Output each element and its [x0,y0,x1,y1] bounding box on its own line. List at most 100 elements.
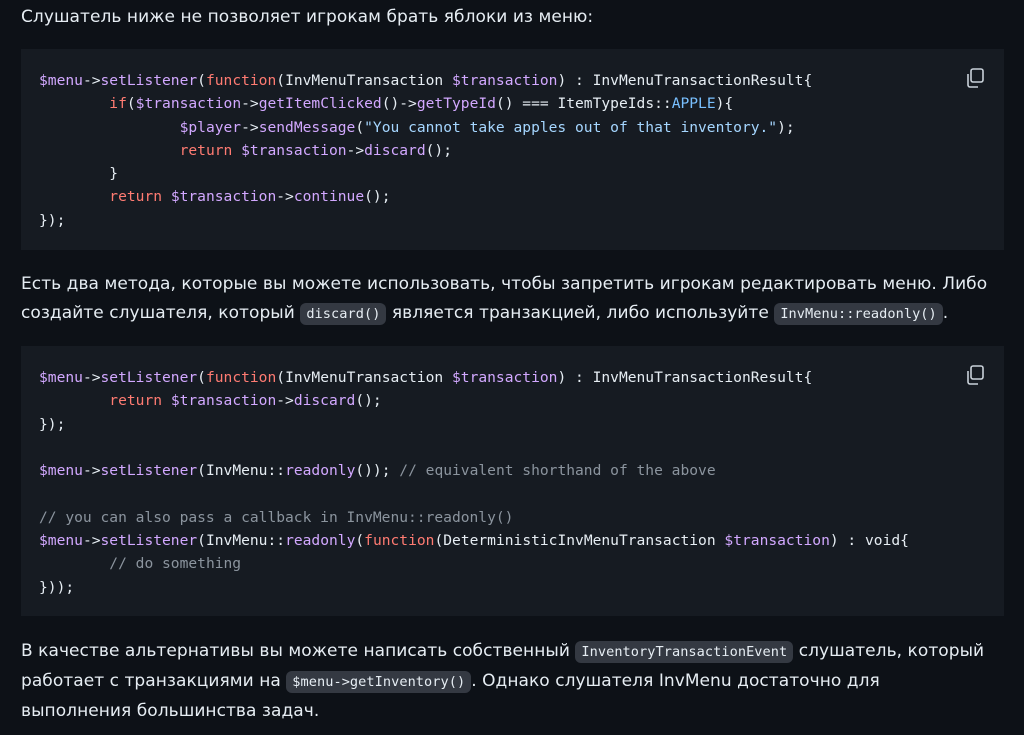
code-token: { [803,72,813,89]
code-token: InvMenuTransactionResult [592,369,804,386]
code-token: // do something [109,555,242,573]
code-token: ){ [715,95,734,113]
code-token: return [109,392,171,410]
code-token: ( [197,369,206,386]
code-token: setListener [100,462,198,480]
code-text: $menu->setListener(function(InvMenuTrans… [39,69,812,232]
paragraph-text: . [942,303,949,323]
code-token: $transaction [170,188,277,206]
code-token: -> [82,72,101,89]
code-token: return [179,141,242,159]
code-token: $player [179,118,242,136]
code-token: $transaction [170,392,277,410]
code-line: // you can also pass a callback in InvMe… [39,506,909,529]
code-token: ( [434,532,444,550]
code-line: }); [39,413,909,436]
code-token: APPLE [671,95,716,113]
code-token: setListener [100,532,198,550]
code-line: return $transaction->discard(); [39,389,909,412]
code-token: }); [39,415,66,433]
code-token: setListener [100,369,198,386]
code-token: -> [82,532,101,550]
code-token: (); [355,392,382,410]
code-token: ( [355,118,365,136]
code-token: :: [267,462,286,480]
code-token: $transaction [241,141,347,159]
code-line: $menu->setListener(InvMenu::readonly());… [39,459,909,482]
code-token: ( [126,95,136,113]
code-token: discard [364,141,426,159]
code-text: $menu->setListener(function(InvMenuTrans… [39,366,909,599]
paragraph-methods: Есть два метода, которые вы можете испол… [21,270,994,329]
code-token: $menu [39,532,83,550]
code-line: if($transaction->getItemClicked()->getTy… [39,92,812,115]
code-line: return $transaction->continue(); [39,185,812,208]
code-token: function [205,72,277,89]
inline-code: discard() [300,303,387,325]
code-line: return $transaction->discard(); [39,139,812,162]
code-token: // you can also pass a callback in InvMe… [39,508,514,526]
code-token: } [39,165,119,183]
code-token: ( [197,72,206,89]
code-line [39,482,909,505]
paragraph-text: является транзакцией, либо используйте [386,303,775,323]
code-token: readonly [285,462,356,480]
code-token: DeterministicInvMenuTransaction [443,532,725,550]
code-line [39,436,909,459]
copy-icon [967,68,984,88]
intro-paragraph: Слушатель ниже не позволяет игрокам брат… [21,7,594,27]
code-token: (); [425,141,452,159]
code-token: function [205,369,277,386]
code-token: -> [276,188,294,206]
code-token: function [364,532,435,550]
code-token: $transaction [724,532,830,550]
code-token: -> [276,392,294,410]
code-line: $player->sendMessage("You cannot take ap… [39,116,812,139]
code-token: if [109,95,127,113]
code-token: -> [241,118,259,136]
code-token: InvMenu [205,532,268,550]
code-block-1: $menu->setListener(function(InvMenuTrans… [21,49,1004,250]
code-line: } [39,162,812,185]
code-token: ( [197,462,206,480]
code-token: $menu [39,462,83,480]
code-token: ) : [557,72,593,89]
code-block-2: $menu->setListener(function(InvMenuTrans… [21,346,1004,616]
code-line: }); [39,209,812,232]
code-token: ); [777,118,795,136]
code-token: getItemClicked [258,95,382,113]
code-token: InvMenu [205,462,268,480]
code-token: -> [82,369,101,386]
code-token: "You cannot take apples out of that inve… [364,118,778,136]
code-token: :: [654,95,672,113]
code-token: $transaction [135,95,242,113]
copy-code-button[interactable] [964,364,986,386]
code-token: ) : void{ [829,532,909,550]
code-token: :: [267,532,286,550]
code-token: ItemTypeIds [557,95,655,113]
code-line: })); [39,576,909,599]
chat-response: Слушатель ниже не позволяет игрокам брат… [0,0,1024,735]
paragraph-alternative: В качестве альтернативы вы можете написа… [21,637,994,726]
code-token: }); [39,211,66,229]
code-token: ()-> [381,95,417,113]
code-token: $transaction [452,72,558,89]
code-token: InvMenuTransactionResult [592,72,804,89]
code-token: $menu [39,369,83,386]
code-token: (); [364,188,391,206]
code-line: $menu->setListener(function(InvMenuTrans… [39,366,909,389]
code-token: InvMenuTransaction [285,72,452,89]
code-token: // equivalent shorthand of the above [399,462,716,480]
code-line: $menu->setListener(InvMenu::readonly(fun… [39,529,909,552]
code-token: getTypeId [416,95,496,113]
inline-code: InventoryTransactionEvent [575,641,794,663]
copy-code-button[interactable] [964,67,986,89]
